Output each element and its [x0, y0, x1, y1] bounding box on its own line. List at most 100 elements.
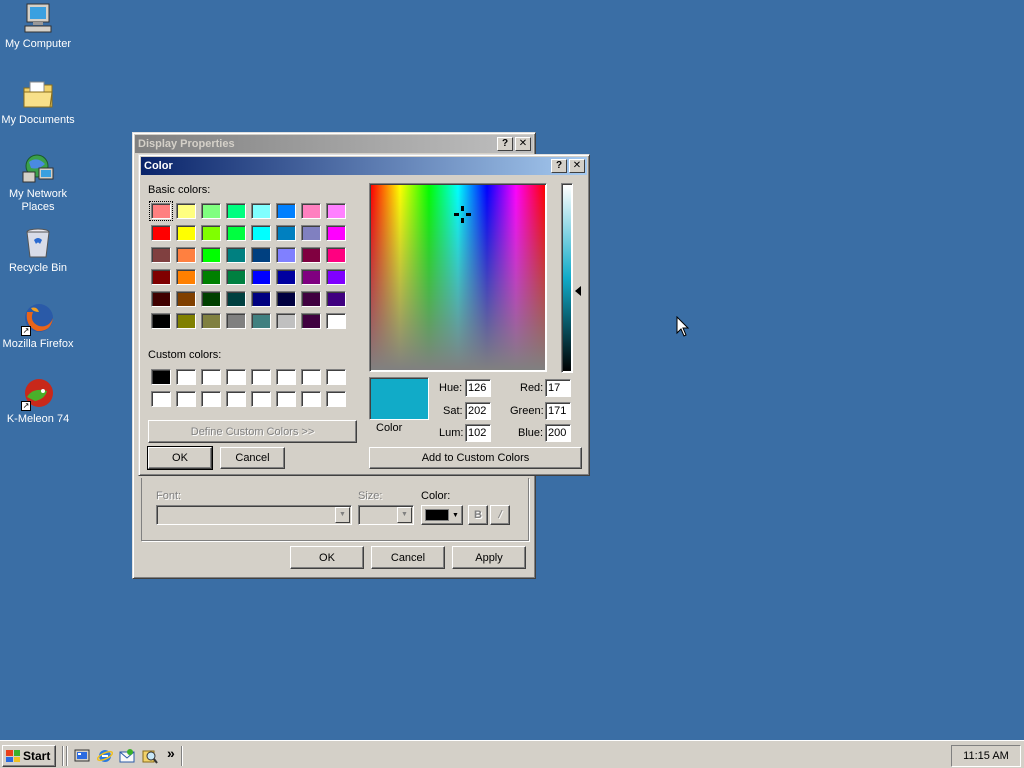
custom-color-swatch[interactable] [151, 369, 171, 385]
custom-color-swatch[interactable] [226, 391, 246, 407]
luminosity-bar[interactable] [561, 183, 573, 373]
basic-color-swatch[interactable] [326, 313, 346, 329]
desktop-icon-mozilla-firefox[interactable]: ↗ Mozilla Firefox [0, 302, 76, 351]
basic-color-swatch[interactable] [226, 313, 246, 329]
basic-color-swatch[interactable] [226, 291, 246, 307]
custom-color-swatch[interactable] [301, 391, 321, 407]
basic-color-swatch[interactable] [176, 291, 196, 307]
help-button[interactable]: ? [497, 137, 513, 151]
internet-explorer-icon[interactable] [96, 748, 114, 764]
red-input[interactable]: 17 [545, 379, 571, 397]
display-properties-titlebar[interactable]: Display Properties ? ✕ [135, 135, 533, 153]
blue-input[interactable]: 200 [545, 424, 571, 442]
desktop-icon-recycle-bin[interactable]: Recycle Bin [0, 226, 76, 275]
color-dialog-titlebar[interactable]: Color ? ✕ [141, 157, 587, 175]
basic-color-swatch[interactable] [301, 225, 321, 241]
basic-color-swatch[interactable] [251, 269, 271, 285]
close-button[interactable]: ✕ [569, 159, 585, 173]
cancel-button[interactable]: Cancel [371, 546, 445, 569]
basic-color-swatch[interactable] [326, 247, 346, 263]
luminosity-pointer-icon[interactable] [575, 286, 581, 296]
basic-color-swatch[interactable] [151, 291, 171, 307]
define-custom-colors-button[interactable]: Define Custom Colors >> [148, 420, 357, 443]
basic-color-swatch[interactable] [226, 225, 246, 241]
basic-color-swatch[interactable] [176, 225, 196, 241]
basic-color-swatch[interactable] [151, 247, 171, 263]
clock[interactable]: 11:15 AM [963, 750, 1009, 762]
basic-color-swatch[interactable] [276, 203, 296, 219]
basic-color-swatch[interactable] [276, 313, 296, 329]
basic-color-swatch[interactable] [201, 225, 221, 241]
basic-color-swatch[interactable] [301, 203, 321, 219]
basic-color-swatch[interactable] [176, 269, 196, 285]
chevron-down-icon[interactable]: ▼ [397, 507, 412, 523]
basic-color-swatch[interactable] [176, 247, 196, 263]
custom-color-swatch[interactable] [201, 369, 221, 385]
desktop-icon-my-documents[interactable]: My Documents [0, 78, 76, 127]
basic-color-swatch[interactable] [201, 203, 221, 219]
custom-color-swatch[interactable] [301, 369, 321, 385]
desktop-icon-my-network-places[interactable]: My Network Places [0, 152, 76, 214]
custom-color-swatch[interactable] [176, 369, 196, 385]
cancel-button[interactable]: Cancel [220, 447, 285, 469]
color-spectrum[interactable] [369, 183, 547, 372]
basic-color-swatch[interactable] [176, 313, 196, 329]
custom-color-swatch[interactable] [276, 369, 296, 385]
basic-color-swatch[interactable] [226, 269, 246, 285]
basic-color-swatch[interactable] [151, 313, 171, 329]
basic-color-swatch[interactable] [276, 225, 296, 241]
lum-input[interactable]: 102 [465, 424, 491, 442]
basic-color-swatch[interactable] [301, 313, 321, 329]
basic-color-swatch[interactable] [251, 247, 271, 263]
chevron-down-icon[interactable]: ▼ [335, 507, 350, 523]
add-to-custom-colors-button[interactable]: Add to Custom Colors [369, 447, 582, 469]
basic-color-swatch[interactable] [201, 291, 221, 307]
basic-color-swatch[interactable] [201, 269, 221, 285]
apply-button[interactable]: Apply [452, 546, 526, 569]
basic-color-swatch[interactable] [326, 269, 346, 285]
basic-color-swatch[interactable] [301, 269, 321, 285]
basic-color-swatch[interactable] [226, 203, 246, 219]
basic-color-swatch[interactable] [326, 225, 346, 241]
size-combo[interactable]: ▼ [358, 505, 414, 525]
custom-color-swatch[interactable] [201, 391, 221, 407]
basic-color-swatch[interactable] [201, 313, 221, 329]
basic-color-swatch[interactable] [276, 291, 296, 307]
desktop-icon-k-meleon[interactable]: ↗ K-Meleon 74 [0, 377, 76, 426]
search-icon[interactable] [142, 748, 158, 764]
bold-button[interactable]: B [468, 505, 488, 525]
outlook-icon[interactable] [119, 748, 135, 764]
custom-color-swatch[interactable] [326, 369, 346, 385]
basic-color-swatch[interactable] [151, 225, 171, 241]
basic-color-swatch[interactable] [251, 313, 271, 329]
custom-color-swatch[interactable] [251, 369, 271, 385]
help-button[interactable]: ? [551, 159, 567, 173]
ok-button[interactable]: OK [290, 546, 364, 569]
custom-color-swatch[interactable] [326, 391, 346, 407]
custom-color-swatch[interactable] [176, 391, 196, 407]
basic-color-swatch[interactable] [176, 203, 196, 219]
basic-color-swatch[interactable] [326, 203, 346, 219]
basic-color-swatch[interactable] [251, 291, 271, 307]
hue-input[interactable]: 126 [465, 379, 491, 397]
green-input[interactable]: 171 [545, 402, 571, 420]
basic-color-swatch[interactable] [151, 269, 171, 285]
color-picker-button[interactable]: ▼ [421, 505, 463, 525]
custom-color-swatch[interactable] [226, 369, 246, 385]
ok-button[interactable]: OK [147, 446, 213, 470]
custom-color-swatch[interactable] [151, 391, 171, 407]
basic-color-swatch[interactable] [301, 247, 321, 263]
close-button[interactable]: ✕ [515, 137, 531, 151]
show-desktop-icon[interactable] [74, 748, 90, 764]
basic-color-swatch[interactable] [226, 247, 246, 263]
start-button[interactable]: Start [2, 745, 56, 767]
italic-button[interactable]: / [490, 505, 510, 525]
desktop-icon-my-computer[interactable]: My Computer [0, 2, 76, 51]
custom-color-swatch[interactable] [276, 391, 296, 407]
basic-color-swatch[interactable] [149, 201, 173, 221]
basic-color-swatch[interactable] [276, 247, 296, 263]
basic-color-swatch[interactable] [301, 291, 321, 307]
basic-color-swatch[interactable] [326, 291, 346, 307]
custom-color-swatch[interactable] [251, 391, 271, 407]
font-combo[interactable]: ▼ [156, 505, 352, 525]
